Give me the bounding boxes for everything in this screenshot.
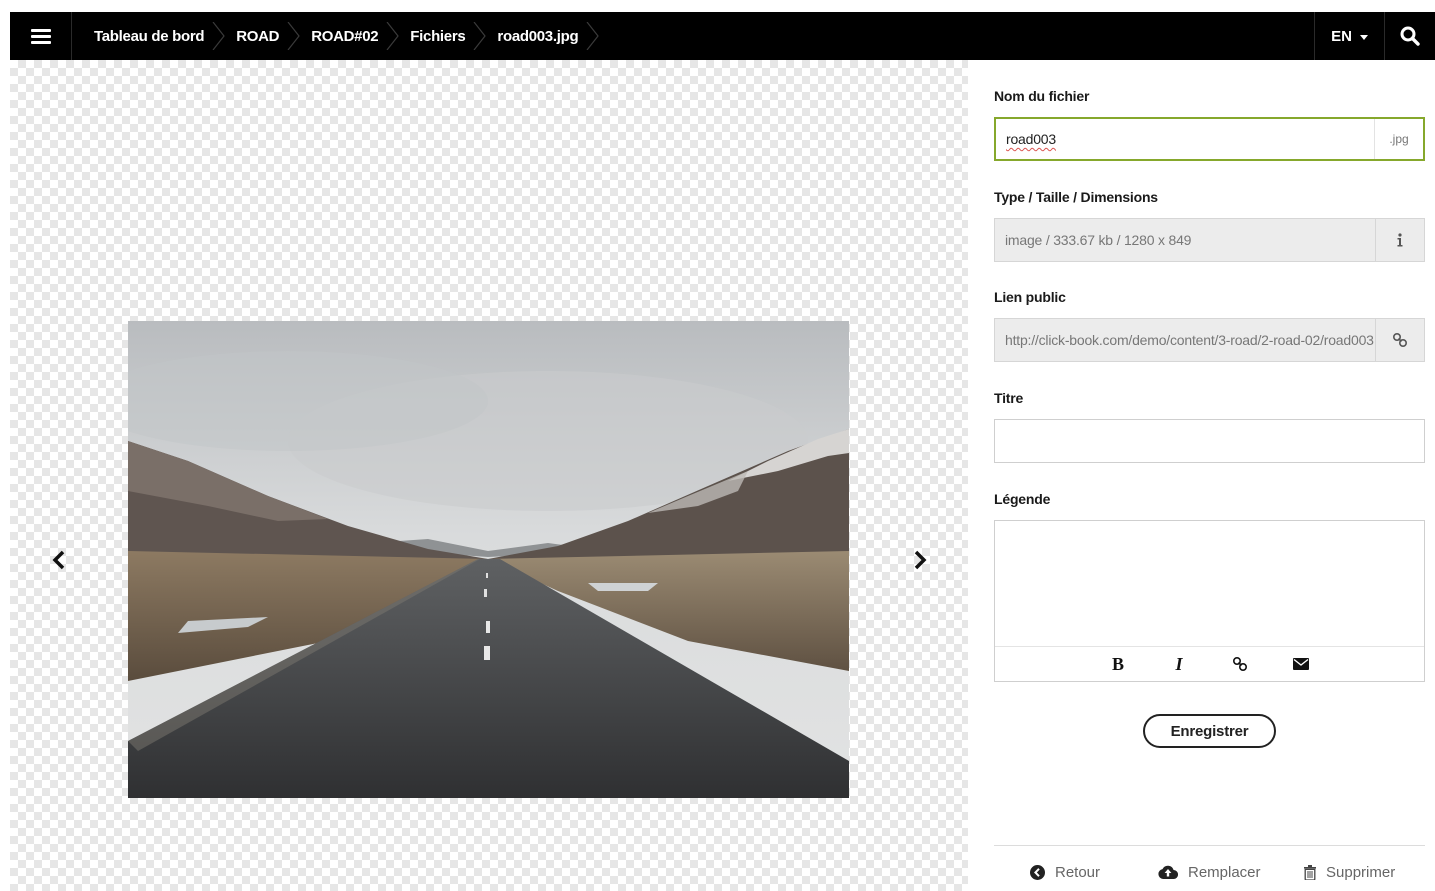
breadcrumb-separator-icon xyxy=(212,12,226,60)
filename-field[interactable]: road003 .jpg xyxy=(994,117,1425,161)
chevron-right-icon xyxy=(914,550,927,570)
delete-label: Supprimer xyxy=(1326,863,1396,881)
copy-link-button[interactable] xyxy=(1375,319,1424,361)
cloud-upload-icon xyxy=(1158,865,1178,879)
breadcrumb-road-02[interactable]: ROAD#02 xyxy=(311,12,378,60)
breadcrumb-separator-icon xyxy=(287,12,301,60)
back-label: Retour xyxy=(1055,863,1101,881)
topbar-actions: EN xyxy=(1314,12,1435,60)
back-circle-icon xyxy=(1030,864,1045,880)
delete-button[interactable]: Supprimer xyxy=(1304,864,1395,881)
bold-button[interactable]: B xyxy=(1088,647,1149,682)
back-button[interactable]: Retour xyxy=(1030,864,1100,881)
title-label: Titre xyxy=(994,390,1024,406)
next-image-button[interactable] xyxy=(908,548,932,572)
breadcrumb-separator-icon xyxy=(586,12,600,60)
insert-email-button[interactable] xyxy=(1271,647,1332,682)
breadcrumb-files[interactable]: Fichiers xyxy=(410,12,465,60)
info-icon xyxy=(1397,233,1403,247)
top-navbar: Tableau de bord ROAD ROAD#02 Fichiers ro… xyxy=(10,12,1435,60)
public-link-value[interactable]: http://click-book.com/demo/content/3-roa… xyxy=(995,319,1375,361)
filename-label: Nom du fichier xyxy=(994,88,1090,104)
language-label: EN xyxy=(1331,27,1352,45)
search-button[interactable] xyxy=(1385,12,1435,60)
insert-link-button[interactable] xyxy=(1210,647,1271,682)
caption-textarea[interactable] xyxy=(995,521,1424,647)
hamburger-icon xyxy=(30,28,51,44)
previous-image-button[interactable] xyxy=(47,548,71,572)
replace-label: Remplacer xyxy=(1188,863,1261,881)
editor-toolbar: B I xyxy=(995,646,1424,681)
file-info-value: image / 333.67 kb / 1280 x 849 xyxy=(1005,232,1192,248)
road-photo xyxy=(128,321,849,798)
search-icon xyxy=(1400,26,1420,46)
italic-button[interactable]: I xyxy=(1149,647,1210,682)
breadcrumb: Tableau de bord ROAD ROAD#02 Fichiers ro… xyxy=(72,12,610,60)
envelope-icon xyxy=(1293,658,1309,670)
caret-down-icon xyxy=(1359,34,1368,40)
public-link-field: http://click-book.com/demo/content/3-roa… xyxy=(994,318,1425,362)
filename-input[interactable]: road003 xyxy=(996,119,1374,159)
link-icon xyxy=(1392,332,1408,348)
replace-button[interactable]: Remplacer xyxy=(1158,864,1261,881)
image-preview-area xyxy=(10,60,968,891)
link-icon xyxy=(1232,656,1248,672)
breadcrumb-road[interactable]: ROAD xyxy=(236,12,279,60)
save-button[interactable]: Enregistrer xyxy=(1143,714,1276,748)
caption-editor[interactable]: B I xyxy=(994,520,1425,682)
file-extension: .jpg xyxy=(1374,119,1423,159)
breadcrumb-dashboard[interactable]: Tableau de bord xyxy=(94,12,205,60)
menu-button[interactable] xyxy=(10,12,72,60)
file-info-field: image / 333.67 kb / 1280 x 849 xyxy=(994,218,1425,262)
title-field[interactable] xyxy=(994,419,1425,463)
public-link-label: Lien public xyxy=(994,289,1066,305)
breadcrumb-separator-icon xyxy=(473,12,487,60)
caption-label: Légende xyxy=(994,491,1051,507)
chevron-left-icon xyxy=(52,550,65,570)
info-label: Type / Taille / Dimensions xyxy=(994,189,1158,205)
footer-actions: Retour Remplacer Supprimer xyxy=(994,858,1425,886)
title-input[interactable] xyxy=(995,420,1424,462)
footer-divider xyxy=(994,845,1425,846)
trash-icon xyxy=(1304,864,1316,880)
language-selector[interactable]: EN xyxy=(1314,12,1385,60)
breadcrumb-current-file[interactable]: road003.jpg xyxy=(497,12,578,60)
info-button[interactable] xyxy=(1375,219,1424,261)
file-details-panel: Nom du fichier road003 .jpg Type / Taill… xyxy=(994,60,1425,891)
breadcrumb-separator-icon xyxy=(386,12,400,60)
